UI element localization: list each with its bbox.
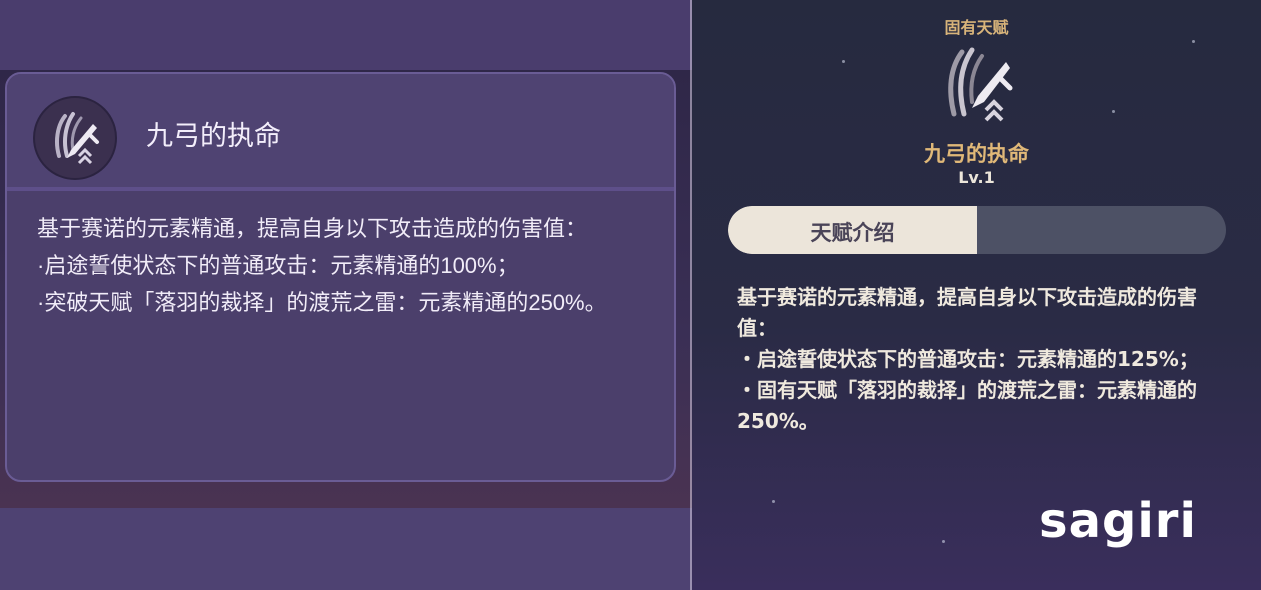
- talent-category: 固有天赋: [944, 18, 1009, 37]
- watermark-logo: sagiri: [1039, 493, 1197, 548]
- talent-name: 九弓的执命: [924, 142, 1029, 166]
- star-decoration: [1192, 40, 1195, 43]
- left-top-bar: [0, 0, 692, 70]
- star-decoration: [772, 500, 775, 503]
- tab-empty[interactable]: [977, 206, 1226, 254]
- talent-card-header: 九弓的执命: [7, 74, 674, 191]
- description-line: ·启途誓使状态下的普通攻击：元素精通的100%；: [37, 253, 519, 278]
- tab-bar: 天赋介绍: [728, 206, 1226, 254]
- watermark-text: sagiri: [1039, 493, 1197, 548]
- tab-talent-intro[interactable]: 天赋介绍: [728, 206, 977, 254]
- intro-line: ・固有天赋「落羽的裁择」的渡荒之雷：元素精通的250%。: [737, 378, 1197, 433]
- star-decoration: [842, 60, 845, 63]
- tab-talent-intro-label: 天赋介绍: [810, 221, 895, 245]
- claw-sword-icon: [948, 47, 1013, 122]
- claw-sword-icon: [55, 112, 99, 165]
- description-line: 基于赛诺的元素精通，提高自身以下攻击造成的伤害值：: [37, 216, 588, 241]
- right-panel: 固有天赋 九弓的执命 Lv.1 天赋介绍 基于赛诺的元素精通，提高自身以下攻击造…: [692, 0, 1261, 590]
- intro-line: 基于赛诺的元素精通，提高自身以下攻击造成的伤害值：: [737, 285, 1197, 340]
- left-bottom-bar: [0, 508, 692, 590]
- talent-intro-text: 基于赛诺的元素精通，提高自身以下攻击造成的伤害值： ・启途誓使状态下的普通攻击：…: [737, 282, 1217, 437]
- star-decoration: [942, 540, 945, 543]
- talent-description: 基于赛诺的元素精通，提高自身以下攻击造成的伤害值： ·启途誓使状态下的普通攻击：…: [37, 210, 637, 321]
- talent-title: 九弓的执命: [146, 121, 281, 151]
- intro-line: ・启途誓使状态下的普通攻击：元素精通的125%；: [737, 347, 1199, 371]
- talent-badge: [33, 96, 117, 180]
- left-panel: 九弓的执命 基于赛诺的元素精通，提高自身以下攻击造成的伤害值： ·启途誓使状态下…: [0, 0, 692, 590]
- talent-level: Lv.1: [958, 168, 995, 187]
- description-line: ·突破天赋「落羽的裁择」的渡荒之雷：元素精通的250%。: [37, 290, 607, 315]
- talent-card: 九弓的执命 基于赛诺的元素精通，提高自身以下攻击造成的伤害值： ·启途誓使状态下…: [5, 72, 676, 482]
- star-decoration: [1112, 110, 1115, 113]
